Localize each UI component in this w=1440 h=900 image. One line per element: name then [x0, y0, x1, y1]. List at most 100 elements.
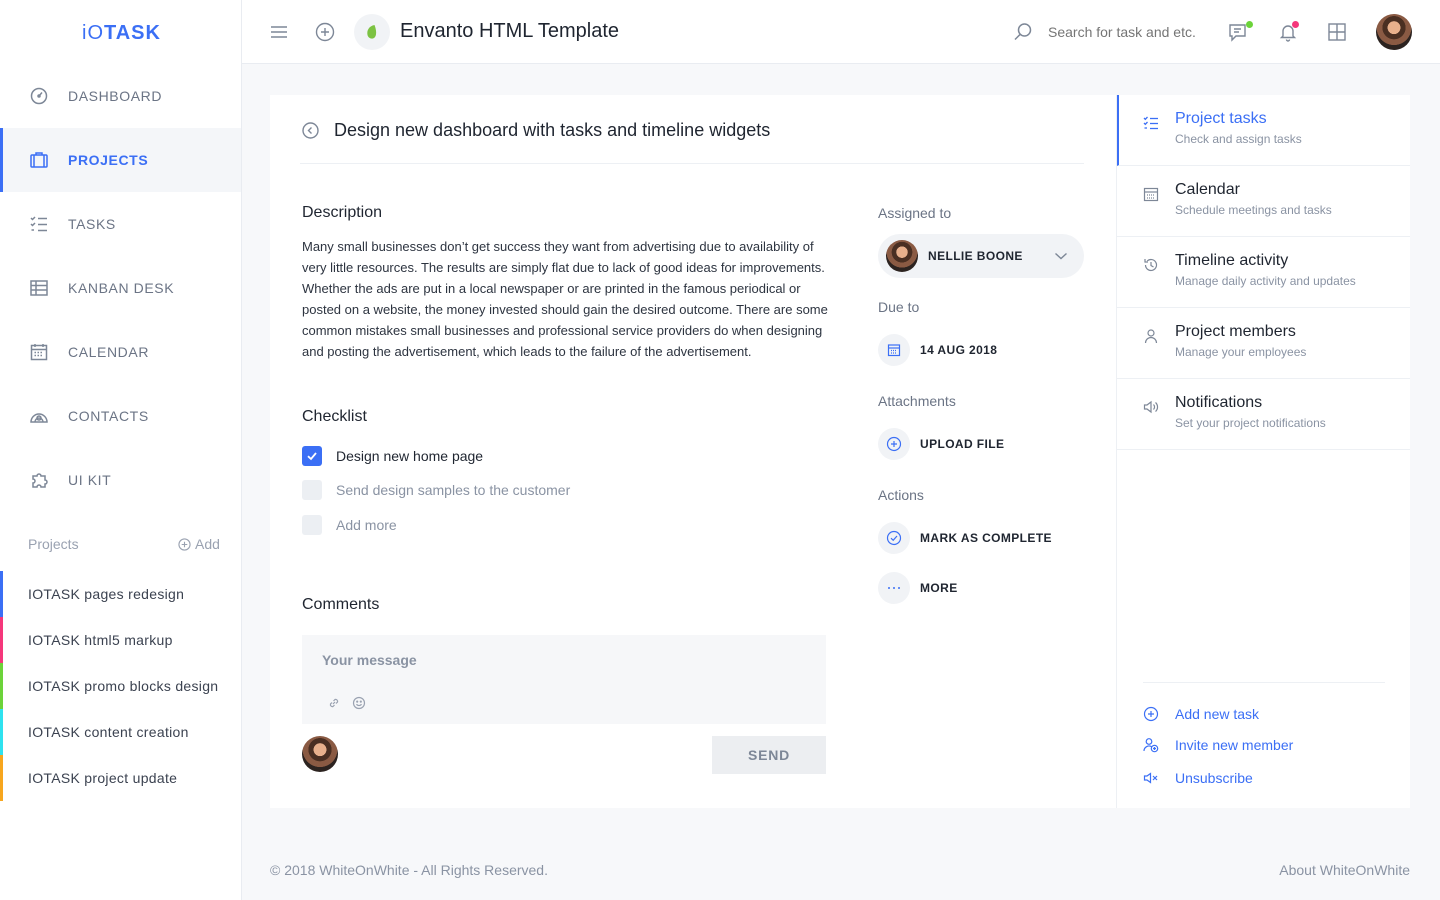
- project-item[interactable]: IOTASK pages redesign: [0, 571, 241, 617]
- user-avatar[interactable]: [1376, 14, 1412, 50]
- nav-item-contacts[interactable]: CONTACTS: [0, 384, 241, 448]
- nav-label: UI KIT: [68, 472, 112, 488]
- calendar-icon: [1143, 186, 1159, 202]
- task-detail-card: Design new dashboard with tasks and time…: [270, 95, 1116, 808]
- nav-item-projects[interactable]: PROJECTS: [0, 128, 241, 192]
- checklist-icon: [29, 214, 49, 234]
- task-description: Many small businesses don’t get success …: [302, 239, 828, 359]
- comments-heading: Comments: [302, 596, 380, 613]
- send-button[interactable]: SEND: [712, 736, 826, 774]
- nav-item-tasks[interactable]: TASKS: [0, 192, 241, 256]
- add-project-button[interactable]: Add: [178, 536, 220, 552]
- add-new-task-link[interactable]: Add new task: [1143, 706, 1259, 722]
- search-input[interactable]: [1048, 24, 1208, 40]
- plus-circle-icon: [878, 428, 910, 460]
- panel-item-subtitle: Manage your employees: [1175, 345, 1307, 359]
- panel-item-timeline[interactable]: Timeline activity Manage daily activity …: [1117, 237, 1410, 308]
- due-date: 14 AUG 2018: [920, 343, 998, 357]
- nav-label: KANBAN DESK: [68, 280, 175, 296]
- checklist-item[interactable]: Design new home page: [302, 446, 483, 466]
- about-link[interactable]: About WhiteOnWhite: [1279, 862, 1410, 878]
- search-icon[interactable]: [1012, 21, 1034, 43]
- page-title: Envanto HTML Template: [400, 20, 619, 42]
- project-item[interactable]: IOTASK project update: [0, 755, 241, 801]
- copyright-text: © 2018 WhiteOnWhite - All Rights Reserve…: [270, 862, 548, 878]
- add-project-label: Add: [195, 536, 220, 552]
- add-circle-icon[interactable]: [315, 22, 335, 42]
- nav-item-dashboard[interactable]: DASHBOARD: [0, 64, 241, 128]
- checklist-label: Send design samples to the customer: [336, 482, 571, 498]
- attachments-label: Attachments: [878, 393, 956, 409]
- project-item[interactable]: IOTASK content creation: [0, 709, 241, 755]
- comment-box: [302, 635, 826, 724]
- assignee-avatar: [886, 240, 918, 272]
- panel-item-members[interactable]: Project members Manage your employees: [1117, 308, 1410, 379]
- mark-complete-button[interactable]: MARK AS COMPLETE: [878, 522, 1052, 554]
- nav-label: TASKS: [68, 216, 116, 232]
- message-input[interactable]: [322, 652, 802, 668]
- invite-member-link[interactable]: Invite new member: [1143, 737, 1293, 753]
- right-panel: Project tasks Check and assign tasks Cal…: [1116, 95, 1410, 808]
- kanban-icon: [29, 278, 49, 298]
- actions-label: Actions: [878, 487, 924, 503]
- checklist-item[interactable]: Add more: [302, 515, 397, 535]
- panel-item-project-tasks[interactable]: Project tasks Check and assign tasks: [1117, 95, 1410, 166]
- assignee-name: NELLIE BOONE: [928, 249, 1023, 263]
- emoji-icon[interactable]: [352, 696, 366, 710]
- panel-item-subtitle: Check and assign tasks: [1175, 132, 1302, 146]
- mute-icon: [1143, 770, 1159, 786]
- more-label: MORE: [920, 581, 958, 595]
- more-button[interactable]: MORE: [878, 572, 958, 604]
- link-label: Invite new member: [1175, 737, 1294, 753]
- commenter-avatar: [302, 736, 338, 772]
- panel-item-notifications[interactable]: Notifications Set your project notificat…: [1117, 379, 1410, 450]
- logo-light-text: iO: [82, 22, 104, 44]
- checkbox[interactable]: [302, 480, 322, 500]
- project-item[interactable]: IOTASK html5 markup: [0, 617, 241, 663]
- assigned-label: Assigned to: [878, 205, 952, 221]
- unsubscribe-link[interactable]: Unsubscribe: [1143, 770, 1253, 786]
- checklist-icon: [1143, 115, 1159, 131]
- panel-item-title: Timeline activity: [1175, 252, 1289, 269]
- panel-item-title: Calendar: [1175, 181, 1240, 198]
- due-date-row[interactable]: 14 AUG 2018: [878, 334, 997, 366]
- hamburger-menu-icon[interactable]: [270, 23, 288, 41]
- nav-label: CALENDAR: [68, 344, 150, 360]
- project-label: IOTASK html5 markup: [28, 632, 173, 648]
- top-header: Envanto HTML Template: [242, 0, 1440, 64]
- divider: [1143, 682, 1385, 683]
- nav-item-kanban[interactable]: KANBAN DESK: [0, 256, 241, 320]
- checklist-item[interactable]: Send design samples to the customer: [302, 480, 570, 500]
- panel-item-subtitle: Schedule meetings and tasks: [1175, 203, 1332, 217]
- plus-circle-icon: [178, 537, 191, 551]
- history-icon: [1143, 257, 1159, 273]
- plus-circle-icon: [1143, 706, 1159, 722]
- chevron-down-icon: [1053, 248, 1069, 264]
- link-icon[interactable]: [327, 696, 341, 710]
- project-item[interactable]: IOTASK promo blocks design: [0, 663, 241, 709]
- contacts-icon: [29, 406, 49, 426]
- panel-item-calendar[interactable]: Calendar Schedule meetings and tasks: [1117, 166, 1410, 237]
- back-arrow-icon[interactable]: [302, 122, 319, 139]
- notification-dot: [1292, 21, 1299, 28]
- assignee-select[interactable]: NELLIE BOONE: [878, 234, 1084, 278]
- nav-item-ui-kit[interactable]: UI KIT: [0, 448, 241, 512]
- check-circle-icon: [878, 522, 910, 554]
- checkbox[interactable]: [302, 515, 322, 535]
- sidebar: iOTASK DASHBOARD PROJECTS TASKS KANBAN D…: [0, 0, 242, 900]
- panel-item-title: Notifications: [1175, 394, 1263, 411]
- app-logo[interactable]: iOTASK: [82, 22, 161, 45]
- nav-label: DASHBOARD: [68, 88, 163, 104]
- link-label: Unsubscribe: [1175, 770, 1253, 786]
- checklist-label: Design new home page: [336, 448, 484, 464]
- calendar-icon: [29, 342, 49, 362]
- description-heading: Description: [302, 204, 383, 221]
- grid-icon[interactable]: [1328, 23, 1346, 41]
- checkbox-checked[interactable]: [302, 446, 322, 466]
- nav-item-calendar[interactable]: CALENDAR: [0, 320, 241, 384]
- checklist-label: Add more: [336, 517, 397, 533]
- more-dots-icon: [878, 572, 910, 604]
- project-label: IOTASK project update: [28, 770, 178, 786]
- nav-label: CONTACTS: [68, 408, 149, 424]
- upload-file-button[interactable]: UPLOAD FILE: [878, 428, 1004, 460]
